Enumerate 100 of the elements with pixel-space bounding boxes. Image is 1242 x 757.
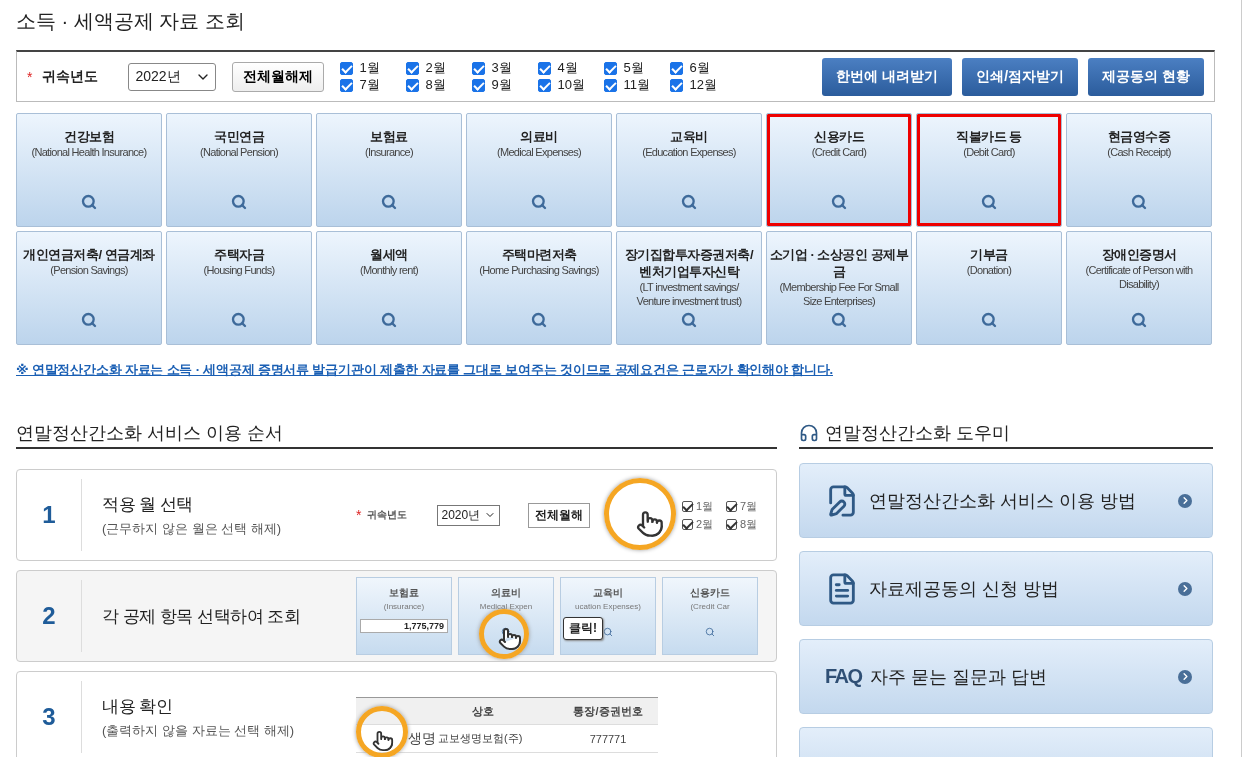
help-link-card[interactable]: FAQ 자주 묻는 질문과 답변 [799, 639, 1213, 714]
page-title: 소득 · 세액공제 자료 조회 [16, 9, 246, 34]
category-tile[interactable]: 건강보험 (National Health Insurance) [16, 113, 162, 227]
category-tile[interactable]: 장기집합투자증권저축/ 벤처기업투자신탁 (LT investment savings/ Venture investment trust) [616, 231, 762, 345]
step-note: (근무하지 않은 월은 선택 해제) [102, 519, 283, 538]
pointer-hand-icon [636, 510, 664, 538]
month-checkbox[interactable] [406, 61, 420, 75]
month-checkbox[interactable] [406, 78, 420, 92]
category-tile[interactable]: 기부금 (Donation) [916, 231, 1062, 345]
month-checkbox[interactable] [472, 78, 486, 92]
tile-subtitle: (Education Expenses) [641, 145, 737, 159]
tile-title: 현금영수증 [1106, 128, 1172, 145]
category-tile[interactable]: 개인연금저축/ 연금계좌 (Pension Savings) [16, 231, 162, 345]
month-label[interactable]: 11월 [623, 76, 650, 94]
clear-months-button[interactable]: 전체월해제 [232, 61, 325, 92]
tile-subtitle: (Donation) [965, 263, 1013, 277]
month-label[interactable]: 12월 [689, 76, 717, 94]
step-title: 각 공제 항목 선택하여 조회 [102, 605, 302, 628]
tile-subtitle: (Housing Funds) [202, 263, 276, 277]
month-checkbox[interactable] [538, 61, 552, 75]
tile-subtitle: (Debit Card) [962, 145, 1016, 159]
month-checkbox[interactable] [604, 78, 618, 92]
month-checkbox[interactable] [472, 61, 486, 75]
month-label[interactable]: 9월 [491, 76, 512, 94]
table-cell: 777771 [558, 725, 658, 753]
category-tile[interactable]: 소기업 · 소상공인 공제부금 (Membership Fee For Small Size Enterprises) [766, 231, 912, 345]
month-checkbox[interactable] [340, 78, 354, 92]
amount-field: 1,775,779 [360, 619, 448, 633]
tile-title: 신용카드 [813, 128, 866, 145]
category-tile[interactable]: 교육비 (Education Expenses) [616, 113, 762, 227]
pointer-hand-icon [498, 627, 522, 651]
category-tile[interactable]: 신용카드 (Credit Card) [766, 113, 912, 227]
category-tile[interactable]: 주택자금 (Housing Funds) [166, 231, 312, 345]
tile-title: 소기업 · 소상공인 공제부금 [768, 246, 910, 280]
help-link-card[interactable]: 자료제공동의 신청 방법 [799, 551, 1213, 626]
tile-title: 보험료 [369, 128, 409, 145]
month-label[interactable]: 6월 [689, 59, 710, 77]
tile-title: 신용카드 [690, 586, 730, 600]
month-label: 1월 [696, 498, 714, 514]
month-label[interactable]: 4월 [557, 59, 578, 77]
month-checkbox[interactable] [670, 61, 684, 75]
tile-subtitle: (Medical Expenses) [496, 145, 582, 159]
table-header: 통장/증권번호 [558, 697, 658, 725]
action-button[interactable]: 제공동의 현황 [1088, 57, 1204, 96]
tile-subtitle: (National Health Insurance) [30, 145, 148, 159]
tile-title: 교육비 [669, 128, 709, 145]
month-checkbox[interactable] [340, 61, 354, 75]
tile-subtitle: ucation Expenses) [575, 602, 641, 611]
category-tile[interactable]: 국민연금 (National Pension) [166, 113, 312, 227]
step-title: 적용 월 선택 [102, 493, 194, 516]
tile-title: 국민연금 [213, 128, 266, 145]
help-link-card[interactable]: 연말정산간소화 서비스 이용 방법 [799, 463, 1213, 538]
tile-subtitle: Medical Expen [479, 602, 533, 611]
tile-title: 주택마련저축 [500, 246, 578, 263]
click-tooltip: 클릭! [563, 617, 603, 640]
month-checkbox[interactable] [670, 78, 684, 92]
tile-title: 의료비 [519, 128, 559, 145]
month-label[interactable]: 3월 [491, 59, 512, 77]
month-checkbox[interactable] [538, 78, 552, 92]
month-label[interactable]: 1월 [359, 59, 380, 77]
chevron-right-icon [1178, 669, 1192, 684]
help-link-label: 자료제공동의 신청 방법 [869, 577, 1060, 601]
help-link-label: FAQ 자주 묻는 질문과 답변 [825, 664, 1048, 689]
table-header: 상호 [408, 697, 558, 725]
tile-title: 직불카드 등 [955, 128, 1023, 145]
tile-subtitle: (Pension Savings) [49, 263, 129, 277]
tile-title: 장애인증명서 [1100, 246, 1178, 263]
tile-subtitle: (Monthly rent) [358, 263, 420, 277]
help-link-label: 연말정산간소화 서비스 이용 방법 [869, 489, 1137, 513]
action-button[interactable]: 한번에 내려받기 [822, 57, 953, 96]
pointer-hand-icon [372, 730, 394, 752]
tile-subtitle: (Insurance) [383, 602, 425, 611]
tile-title: 건강보험 [63, 128, 115, 145]
category-tile[interactable]: 직불카드 등 (Debit Card) [916, 113, 1062, 227]
month-label[interactable]: 10월 [557, 76, 585, 94]
required-mark: * [356, 507, 362, 523]
category-tile[interactable]: 현금영수증 (Cash Receipt) [1066, 113, 1212, 227]
step-number: 2 [17, 580, 82, 652]
month-label[interactable]: 5월 [623, 59, 644, 77]
month-label[interactable]: 2월 [425, 59, 446, 77]
category-tile[interactable]: 월세액 (Monthly rent) [316, 231, 462, 345]
tile-title: 보험료 [389, 586, 419, 600]
chevron-right-icon [1178, 581, 1192, 596]
step-title: 내용 확인 [102, 695, 174, 718]
tile-title: 의료비 [491, 586, 521, 600]
action-button[interactable]: 인쇄/점자받기 [962, 57, 1079, 96]
month-label: 8월 [740, 516, 758, 532]
month-label: 2월 [696, 516, 714, 532]
category-tile[interactable]: 의료비 (Medical Expenses) [466, 113, 612, 227]
tile-subtitle: (Credit Card) [810, 145, 868, 159]
year-select[interactable]: 2022년 [128, 62, 217, 91]
category-tile[interactable]: 장애인증명서 (Certificate of Person with Disability) [1066, 231, 1212, 345]
category-tile[interactable]: 보험료 (Insurance) [316, 113, 462, 227]
month-checkbox[interactable] [604, 61, 618, 75]
tile-title: 월세액 [369, 246, 409, 263]
month-label[interactable]: 7월 [359, 76, 380, 94]
tile-subtitle: (LT investment savings/ Venture investment trust) [635, 280, 743, 308]
month-label[interactable]: 8월 [425, 76, 446, 94]
notice-link[interactable]: ※ 연말정산간소화 자료는 소득 · 세액공제 증명서류 발급기관이 제출한 자료를 그대로 보여주는 것이므로 공제요건은 근로자가 확인해야 합니다. [16, 361, 1215, 379]
category-tile[interactable]: 주택마련저축 (Home Purchasing Savings) [466, 231, 612, 345]
